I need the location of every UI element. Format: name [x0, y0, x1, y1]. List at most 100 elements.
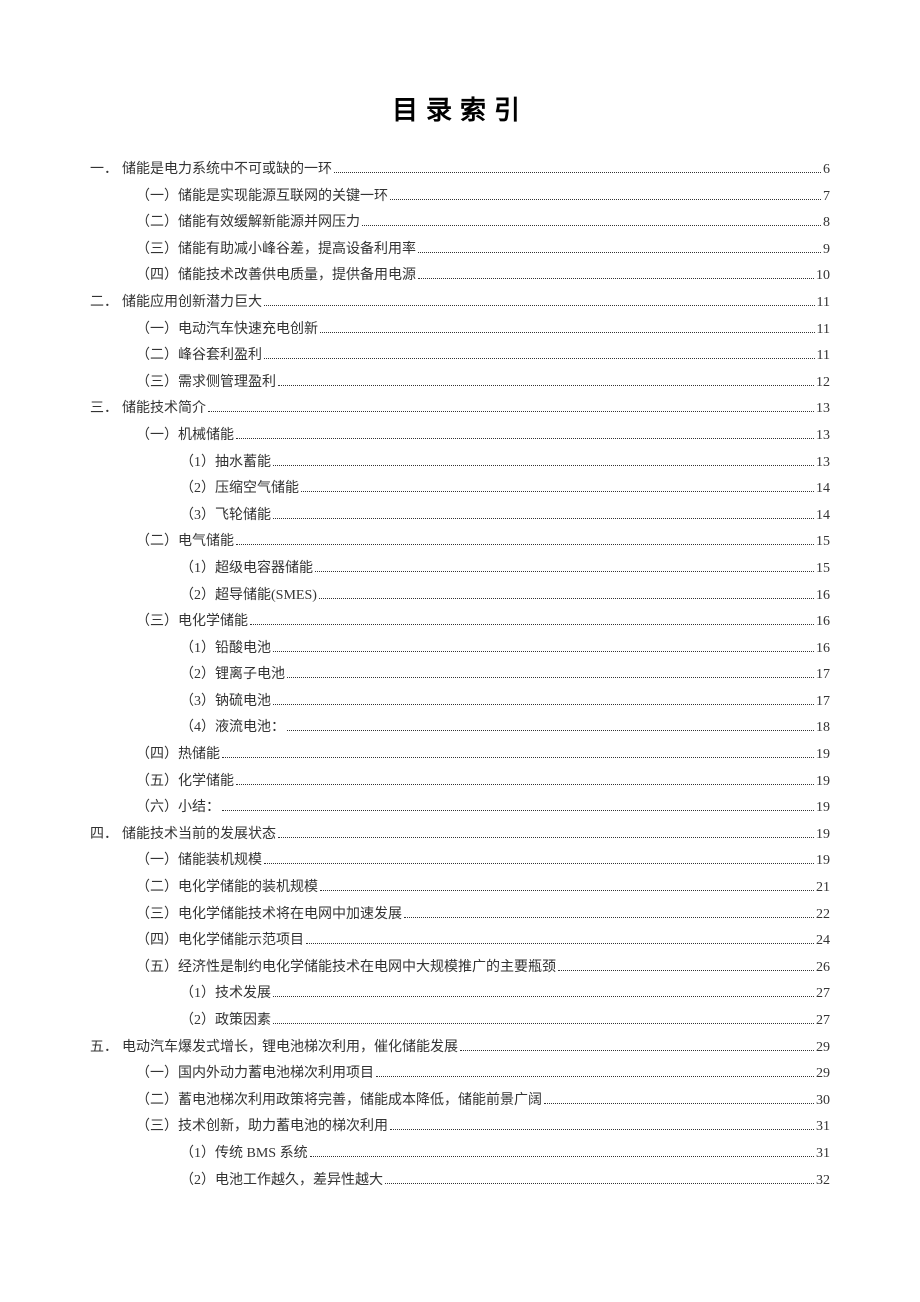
- toc-leader-dots: [273, 996, 814, 997]
- toc-entry[interactable]: （一）储能装机规模19: [136, 848, 830, 875]
- toc-entry-marker: 二．: [90, 290, 122, 317]
- toc-entry[interactable]: （2）超导储能(SMES)16: [180, 583, 830, 610]
- toc-entry[interactable]: （3）飞轮储能14: [180, 503, 830, 530]
- toc-leader-dots: [319, 598, 814, 599]
- toc-entry[interactable]: 四．储能技术当前的发展状态19: [90, 822, 830, 849]
- toc-entry-page: 12: [816, 370, 830, 397]
- toc-leader-dots: [222, 810, 814, 811]
- toc-entry[interactable]: 一．储能是电力系统中不可或缺的一环 6: [90, 157, 830, 184]
- toc-entry-text: （三）电化学储能: [136, 609, 248, 636]
- toc-leader-dots: [278, 385, 814, 386]
- toc-leader-dots: [273, 465, 814, 466]
- toc-entry[interactable]: （三）电化学储能技术将在电网中加速发展22: [136, 902, 830, 929]
- toc-entry[interactable]: （二）电气储能15: [136, 529, 830, 556]
- toc-leader-dots: [264, 358, 815, 359]
- toc-entry-page: 21: [816, 875, 830, 902]
- toc-entry-page: 27: [816, 981, 830, 1008]
- toc-entry-marker: 一．: [90, 157, 122, 184]
- toc-entry-page: 8: [823, 210, 830, 237]
- toc-entry[interactable]: （二）峰谷套利盈利 11: [136, 343, 830, 370]
- toc-entry-text: （二）峰谷套利盈利: [136, 343, 262, 370]
- toc-entry-text: （三）技术创新，助力蓄电池的梯次利用: [136, 1114, 388, 1141]
- toc-entry[interactable]: （四）电化学储能示范项目24: [136, 928, 830, 955]
- toc-entry-text: （一）储能是实现能源互联网的关键一环: [136, 184, 388, 211]
- toc-entry[interactable]: （四）热储能19: [136, 742, 830, 769]
- toc-entry-text: 二．储能应用创新潜力巨大: [90, 290, 262, 317]
- toc-entry[interactable]: （三）技术创新，助力蓄电池的梯次利用 31: [136, 1114, 830, 1141]
- toc-entry-text: （二）电化学储能的装机规模: [136, 875, 318, 902]
- toc-entry-page: 30: [816, 1088, 830, 1115]
- toc-entry-text: （1）技术发展: [180, 981, 271, 1008]
- toc-entry[interactable]: （四）储能技术改善供电质量，提供备用电源10: [136, 263, 830, 290]
- toc-entry-text: （一）储能装机规模: [136, 848, 262, 875]
- toc-entry[interactable]: （一）储能是实现能源互联网的关键一环7: [136, 184, 830, 211]
- toc-entry-text: （一）电动汽车快速充电创新: [136, 317, 318, 344]
- toc-entry-text: 四．储能技术当前的发展状态: [90, 822, 276, 849]
- toc-entry-page: 13: [816, 396, 830, 423]
- toc-leader-dots: [208, 411, 814, 412]
- toc-leader-dots: [385, 1183, 814, 1184]
- toc-entry[interactable]: （3）钠硫电池17: [180, 689, 830, 716]
- toc-entry-marker: 五．: [90, 1035, 122, 1062]
- toc-entry[interactable]: （三）需求侧管理盈利12: [136, 370, 830, 397]
- toc-entry-text: （四）热储能: [136, 742, 220, 769]
- toc-entry[interactable]: （1）超级电容器储能15: [180, 556, 830, 583]
- toc-entry[interactable]: （1）抽水蓄能13: [180, 450, 830, 477]
- toc-entry-text: （3）钠硫电池: [180, 689, 271, 716]
- toc-entry-page: 11: [817, 343, 830, 370]
- toc-entry-page: 13: [816, 450, 830, 477]
- toc-entry[interactable]: （2）压缩空气储能14: [180, 476, 830, 503]
- toc-leader-dots: [273, 1023, 814, 1024]
- toc-entry[interactable]: （五）化学储能19: [136, 769, 830, 796]
- toc-entry[interactable]: （2）锂离子电池17: [180, 662, 830, 689]
- toc-leader-dots: [273, 704, 814, 705]
- toc-entry-page: 14: [816, 503, 830, 530]
- toc-entry[interactable]: （三）储能有助减小峰谷差，提高设备利用率9: [136, 237, 830, 264]
- toc-entry[interactable]: （五）经济性是制约电化学储能技术在电网中大规模推广的主要瓶颈26: [136, 955, 830, 982]
- toc-leader-dots: [460, 1050, 814, 1051]
- toc-entry-text: （五）经济性是制约电化学储能技术在电网中大规模推广的主要瓶颈: [136, 955, 556, 982]
- toc-entry-page: 6: [823, 157, 830, 184]
- toc-title: 目录索引: [90, 90, 830, 127]
- toc-entry[interactable]: （2）政策因素27: [180, 1008, 830, 1035]
- toc-leader-dots: [264, 863, 814, 864]
- toc-entry[interactable]: 三．储能技术简介13: [90, 396, 830, 423]
- toc-entry-text: （四）储能技术改善供电质量，提供备用电源: [136, 263, 416, 290]
- toc-entry[interactable]: （二）电化学储能的装机规模 21: [136, 875, 830, 902]
- toc-entry[interactable]: （1）技术发展 27: [180, 981, 830, 1008]
- toc-entry-page: 15: [816, 529, 830, 556]
- toc-entry-marker: 四．: [90, 822, 122, 849]
- toc-entry-page: 31: [816, 1114, 830, 1141]
- toc-entry[interactable]: （2）电池工作越久，差异性越大32: [180, 1168, 830, 1195]
- toc-entry[interactable]: 五．电动汽车爆发式增长，锂电池梯次利用，催化储能发展29: [90, 1035, 830, 1062]
- toc-leader-dots: [236, 784, 814, 785]
- toc-entry-page: 24: [816, 928, 830, 955]
- toc-entry[interactable]: （二）储能有效缓解新能源并网压力8: [136, 210, 830, 237]
- toc-entry-text: （三）电化学储能技术将在电网中加速发展: [136, 902, 402, 929]
- toc-leader-dots: [376, 1076, 814, 1077]
- toc-entry-text: （2）电池工作越久，差异性越大: [180, 1168, 383, 1195]
- toc-leader-dots: [418, 252, 821, 253]
- toc-leader-dots: [222, 757, 814, 758]
- toc-entry[interactable]: （六）小结：19: [136, 795, 830, 822]
- toc-entry-text: （1）超级电容器储能: [180, 556, 313, 583]
- toc-entry-page: 19: [816, 795, 830, 822]
- toc-entry-text: （二）蓄电池梯次利用政策将完善，储能成本降低，储能前景广阔: [136, 1088, 542, 1115]
- toc-entry-page: 11: [817, 290, 830, 317]
- toc-entry-page: 27: [816, 1008, 830, 1035]
- toc-entry[interactable]: （1）传统 BMS 系统31: [180, 1141, 830, 1168]
- toc-entry[interactable]: （一）电动汽车快速充电创新11: [136, 317, 830, 344]
- toc-leader-dots: [278, 837, 814, 838]
- toc-entry-text: 一．储能是电力系统中不可或缺的一环: [90, 157, 332, 184]
- toc-leader-dots: [544, 1103, 814, 1104]
- toc-entry[interactable]: （二）蓄电池梯次利用政策将完善，储能成本降低，储能前景广阔 30: [136, 1088, 830, 1115]
- toc-entry-text: （一）国内外动力蓄电池梯次利用项目: [136, 1061, 374, 1088]
- toc-entry-text: （2）锂离子电池: [180, 662, 285, 689]
- toc-entry[interactable]: （一）国内外动力蓄电池梯次利用项目29: [136, 1061, 830, 1088]
- toc-entry[interactable]: （1）铅酸电池16: [180, 636, 830, 663]
- toc-entry[interactable]: （4）液流电池：18: [180, 715, 830, 742]
- toc-leader-dots: [306, 943, 814, 944]
- toc-entry[interactable]: （一）机械储能13: [136, 423, 830, 450]
- toc-entry[interactable]: 二．储能应用创新潜力巨大 11: [90, 290, 830, 317]
- toc-entry[interactable]: （三）电化学储能16: [136, 609, 830, 636]
